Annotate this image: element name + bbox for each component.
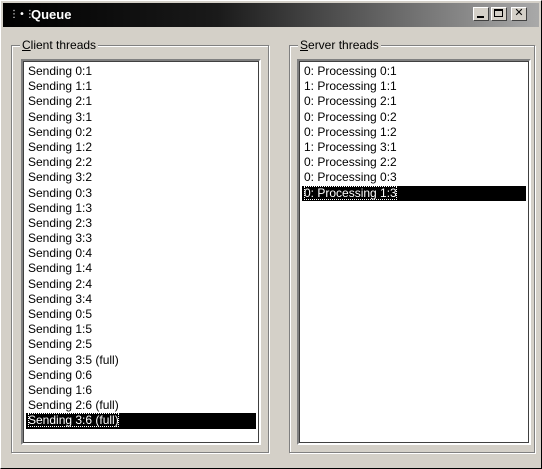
list-item[interactable]: Sending 3:5 (full) bbox=[26, 353, 256, 368]
list-item[interactable]: Sending 1:2 bbox=[26, 140, 256, 155]
client-threads-items: Sending 0:1 Sending 1:1 Sending 2:1 Sending… bbox=[26, 64, 256, 429]
close-button[interactable]: ✕ bbox=[511, 6, 527, 21]
client-threads-list[interactable]: Sending 0:1 Sending 1:1 Sending 2:1 Sending… bbox=[21, 59, 261, 445]
list-item[interactable]: Sending 1:6 bbox=[26, 383, 256, 398]
list-item[interactable]: Sending 1:4 bbox=[26, 261, 256, 276]
server-threads-items: 0: Processing 0:1 1: Processing 1:1 0: Pro… bbox=[302, 64, 526, 201]
list-item-label: 0: Processing 0:2 bbox=[304, 109, 397, 124]
list-item[interactable]: 0: Processing 0:1 bbox=[302, 64, 526, 79]
list-item[interactable]: 1: Processing 1:1 bbox=[302, 79, 526, 94]
list-item[interactable]: Sending 3:6 (full) bbox=[26, 413, 256, 429]
list-item-label: Sending 2:5 bbox=[28, 337, 93, 352]
list-item[interactable]: Sending 1:1 bbox=[26, 79, 256, 94]
list-item[interactable]: Sending 0:2 bbox=[26, 125, 256, 140]
list-item[interactable]: Sending 1:3 bbox=[26, 201, 256, 216]
server-threads-list[interactable]: 0: Processing 0:1 1: Processing 1:1 0: Pro… bbox=[297, 59, 531, 445]
list-item[interactable]: Sending 2:6 (full) bbox=[26, 398, 256, 413]
list-item-label: Sending 2:6 (full) bbox=[28, 398, 119, 413]
queue-window: ⋮•⋮ Queue ✕ Client threads Sending 0:1 Se… bbox=[0, 0, 542, 469]
title-bar[interactable]: ⋮•⋮ Queue ✕ bbox=[3, 3, 539, 27]
list-item[interactable]: Sending 1:5 bbox=[26, 322, 256, 337]
list-item-label: Sending 0:6 bbox=[28, 367, 93, 382]
list-item[interactable]: 0: Processing 0:2 bbox=[302, 110, 526, 125]
list-item-label: Sending 3:5 (full) bbox=[28, 352, 119, 367]
minimize-button[interactable] bbox=[473, 7, 489, 21]
maximize-icon bbox=[494, 9, 503, 17]
list-item-label: Sending 0:1 bbox=[28, 64, 93, 78]
list-item[interactable]: Sending 3:3 bbox=[26, 231, 256, 246]
list-item-label: Sending 2:2 bbox=[28, 155, 93, 170]
list-item-label: Sending 0:5 bbox=[28, 307, 93, 321]
server-threads-label: Server threads bbox=[298, 37, 381, 53]
list-item-label: Sending 3:3 bbox=[28, 231, 93, 246]
list-item[interactable]: 0: Processing 0:3 bbox=[302, 170, 526, 185]
list-item[interactable]: Sending 3:1 bbox=[26, 110, 256, 125]
list-item-label: Sending 3:6 (full) bbox=[28, 413, 119, 428]
list-item[interactable]: 0: Processing 2:1 bbox=[302, 94, 526, 109]
list-item-label: Sending 1:6 bbox=[28, 382, 93, 397]
client-threads-label: Client threads bbox=[20, 37, 99, 53]
list-item[interactable]: Sending 0:4 bbox=[26, 246, 256, 261]
list-item-label: Sending 3:2 bbox=[28, 170, 93, 185]
list-item[interactable]: 1: Processing 3:1 bbox=[302, 140, 526, 155]
list-item-label: 0: Processing 1:3 bbox=[304, 185, 397, 200]
queue-app-icon[interactable]: ⋮•⋮ bbox=[9, 8, 35, 22]
list-item[interactable]: Sending 0:3 bbox=[26, 186, 256, 201]
list-item[interactable]: 0: Processing 1:2 bbox=[302, 125, 526, 140]
list-item-label: 0: Processing 0:1 bbox=[304, 64, 397, 78]
list-item-label: Sending 0:4 bbox=[28, 246, 93, 261]
minimize-icon bbox=[477, 16, 484, 18]
list-item[interactable]: Sending 3:2 bbox=[26, 170, 256, 185]
list-item-label: 0: Processing 0:3 bbox=[304, 170, 397, 185]
list-item-label: Sending 3:1 bbox=[28, 109, 93, 124]
list-item[interactable]: Sending 2:3 bbox=[26, 216, 256, 231]
list-item[interactable]: 0: Processing 2:2 bbox=[302, 155, 526, 170]
list-item[interactable]: Sending 0:1 bbox=[26, 64, 256, 79]
list-item-label: Sending 1:3 bbox=[28, 200, 93, 215]
list-item-label: Sending 2:3 bbox=[28, 215, 93, 230]
list-item-label: Sending 0:2 bbox=[28, 124, 93, 139]
close-icon: ✕ bbox=[514, 6, 524, 19]
list-item-label: Sending 1:2 bbox=[28, 139, 93, 154]
list-item[interactable]: Sending 2:4 bbox=[26, 277, 256, 292]
list-item[interactable]: Sending 0:5 bbox=[26, 307, 256, 322]
list-item[interactable]: Sending 0:6 bbox=[26, 368, 256, 383]
list-item-label: 1: Processing 3:1 bbox=[304, 139, 397, 154]
list-item-label: 0: Processing 1:2 bbox=[304, 124, 397, 139]
list-item[interactable]: Sending 2:1 bbox=[26, 94, 256, 109]
list-item-label: Sending 1:4 bbox=[28, 261, 93, 276]
window-title: Queue bbox=[31, 7, 72, 22]
list-item-label: Sending 3:4 bbox=[28, 291, 93, 306]
list-item[interactable]: Sending 2:5 bbox=[26, 337, 256, 352]
list-item-label: 1: Processing 1:1 bbox=[304, 79, 397, 94]
list-item-label: 0: Processing 2:1 bbox=[304, 94, 397, 109]
list-item-label: Sending 1:1 bbox=[28, 79, 93, 94]
list-item-label: Sending 2:1 bbox=[28, 94, 93, 109]
maximize-button[interactable] bbox=[491, 7, 507, 21]
list-item-label: Sending 0:3 bbox=[28, 185, 93, 200]
list-item-label: 0: Processing 2:2 bbox=[304, 155, 397, 170]
list-item-label: Sending 2:4 bbox=[28, 276, 93, 291]
list-item[interactable]: 0: Processing 1:3 bbox=[302, 185, 526, 201]
list-item[interactable]: Sending 2:2 bbox=[26, 155, 256, 170]
list-item-label: Sending 1:5 bbox=[28, 322, 93, 337]
list-item[interactable]: Sending 3:4 bbox=[26, 292, 256, 307]
